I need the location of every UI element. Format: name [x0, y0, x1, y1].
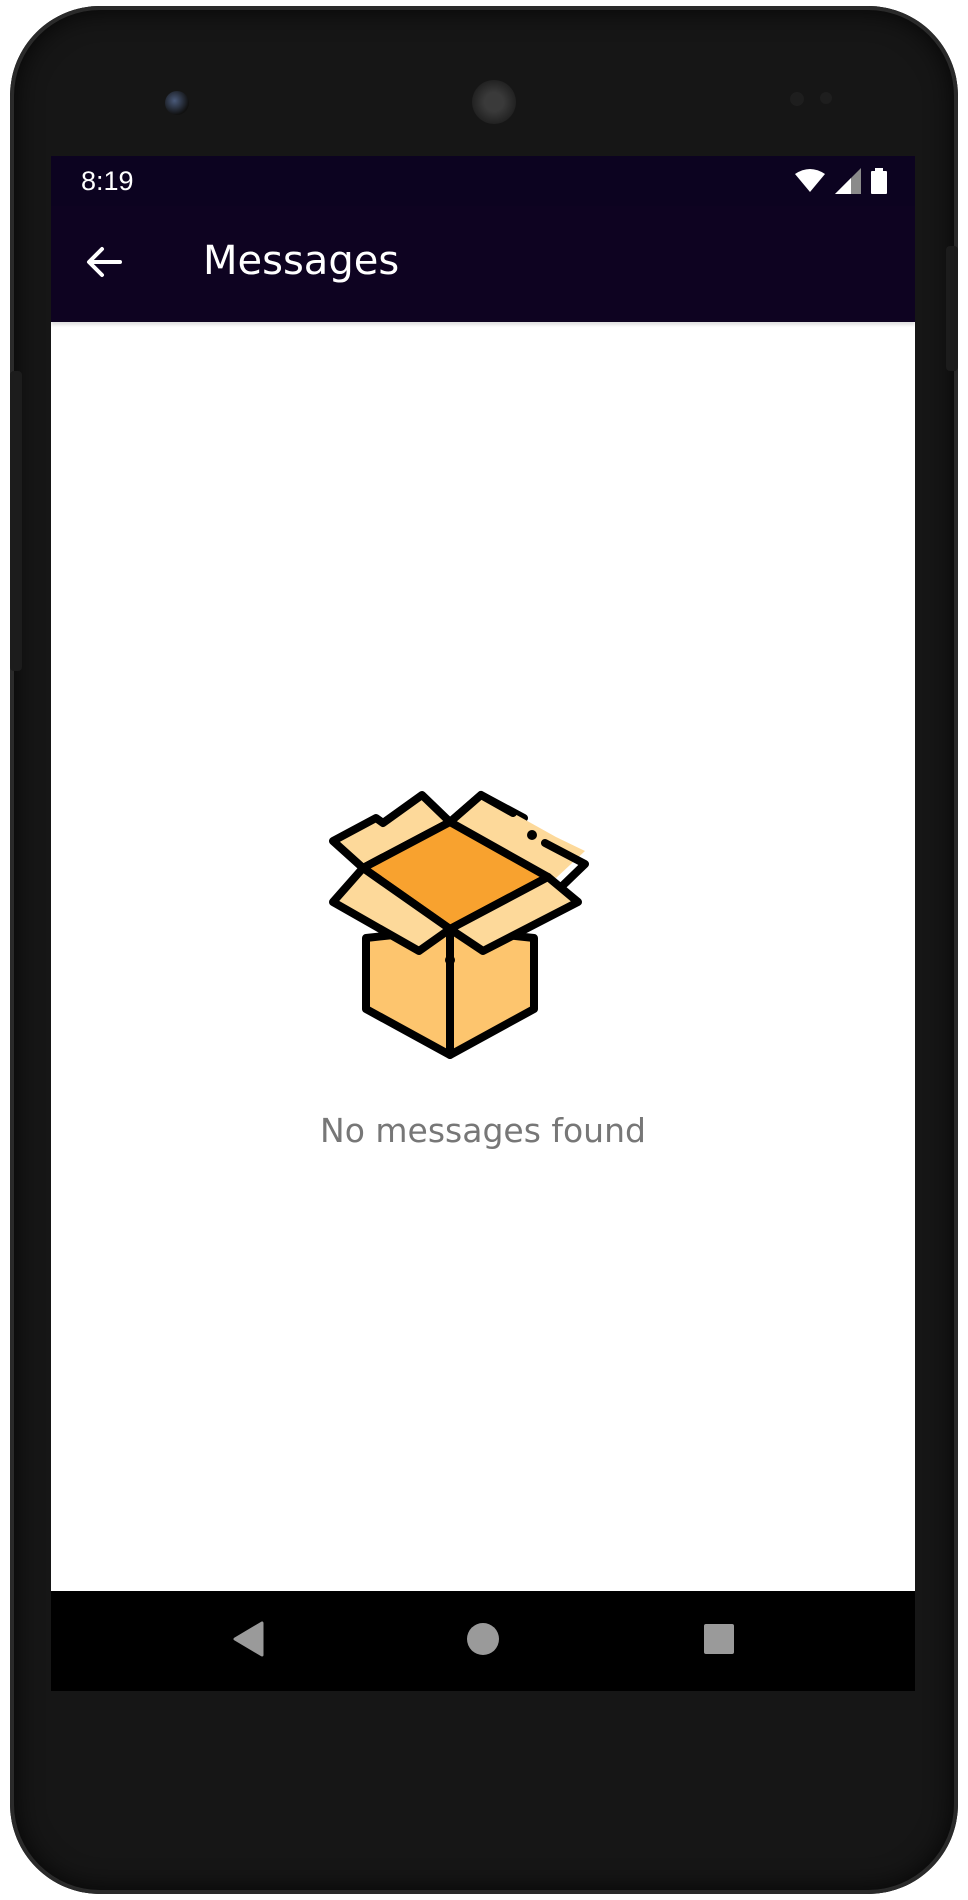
nav-recents-button[interactable] [699, 1621, 739, 1661]
app-bar: Messages [51, 206, 915, 322]
recents-square-icon [702, 1622, 736, 1660]
wifi-icon [795, 169, 825, 197]
light-sensor [820, 92, 832, 104]
screen: 8:19 Messages No messages found [51, 156, 915, 1691]
status-icons [795, 168, 887, 198]
nav-back-button[interactable] [229, 1621, 269, 1661]
page-title: Messages [203, 238, 400, 284]
nav-home-button[interactable] [463, 1621, 503, 1661]
open-box-icon [323, 766, 643, 1070]
front-camera [165, 91, 189, 115]
status-bar: 8:19 [51, 156, 915, 206]
proximity-sensor [790, 92, 804, 106]
signal-icon [835, 168, 861, 198]
arrow-left-icon [84, 242, 124, 286]
battery-icon [871, 168, 887, 198]
earpiece-speaker [472, 80, 516, 124]
back-triangle-icon [232, 1621, 266, 1661]
power-button [946, 246, 958, 371]
empty-state-message: No messages found [320, 1111, 646, 1150]
volume-button [10, 371, 22, 671]
status-time: 8:19 [81, 166, 134, 196]
home-circle-icon [466, 1622, 500, 1660]
system-nav-bar [51, 1591, 915, 1691]
back-button[interactable] [81, 241, 127, 287]
